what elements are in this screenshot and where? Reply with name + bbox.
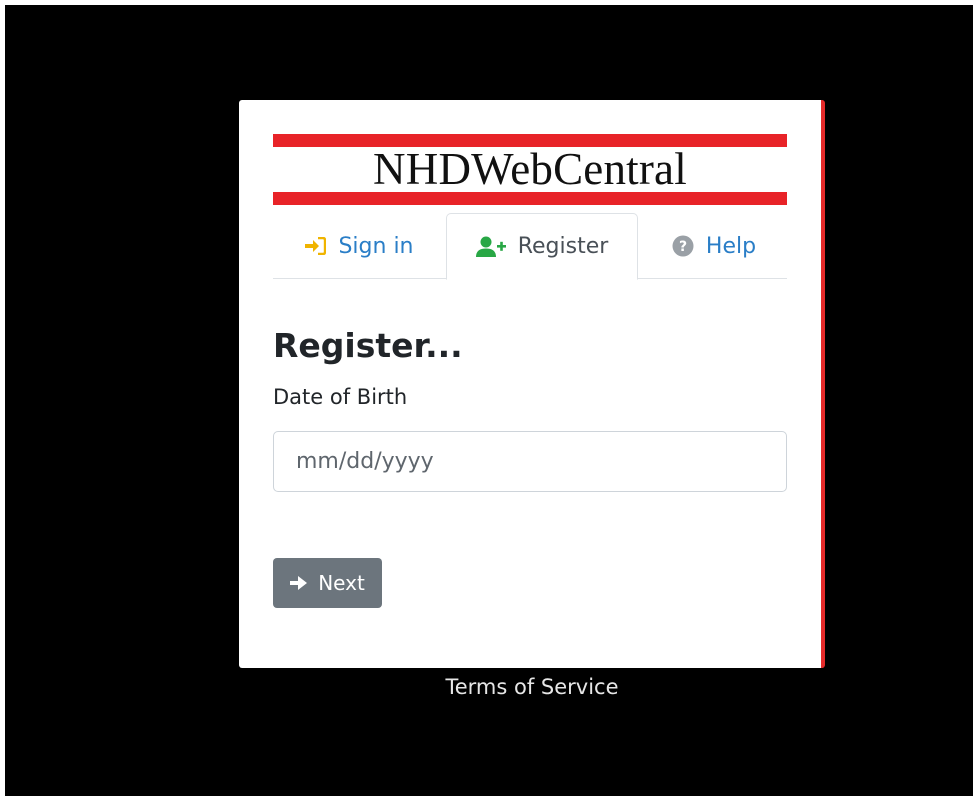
login-card: NHDWebCentral Sign in Register ? Help Re… — [239, 100, 825, 668]
tab-help-label: Help — [705, 233, 757, 259]
sign-in-icon — [304, 237, 327, 255]
dob-input[interactable] — [273, 431, 787, 492]
svg-text:?: ? — [679, 239, 687, 255]
tab-sign-in[interactable]: Sign in — [273, 213, 445, 279]
tab-sign-in-label: Sign in — [338, 233, 414, 259]
user-plus-icon — [475, 236, 506, 258]
tab-register[interactable]: Register — [446, 213, 638, 280]
question-circle-icon: ? — [672, 235, 694, 257]
logo-bottom-bar — [273, 192, 787, 205]
terms-of-service-link[interactable]: Terms of Service — [239, 675, 825, 699]
next-button-label: Next — [318, 571, 365, 595]
tab-bar: Sign in Register ? Help — [273, 213, 787, 280]
next-button[interactable]: Next — [273, 558, 382, 608]
logo: NHDWebCentral — [273, 134, 787, 206]
dob-label: Date of Birth — [273, 385, 408, 409]
page-title: Register... — [273, 326, 463, 365]
tab-help[interactable]: ? Help — [641, 213, 787, 279]
arrow-right-icon — [290, 576, 308, 590]
logo-text: NHDWebCentral — [373, 144, 687, 194]
screen-background: NHDWebCentral Sign in Register ? Help Re… — [5, 5, 973, 796]
tab-register-label: Register — [517, 234, 609, 259]
